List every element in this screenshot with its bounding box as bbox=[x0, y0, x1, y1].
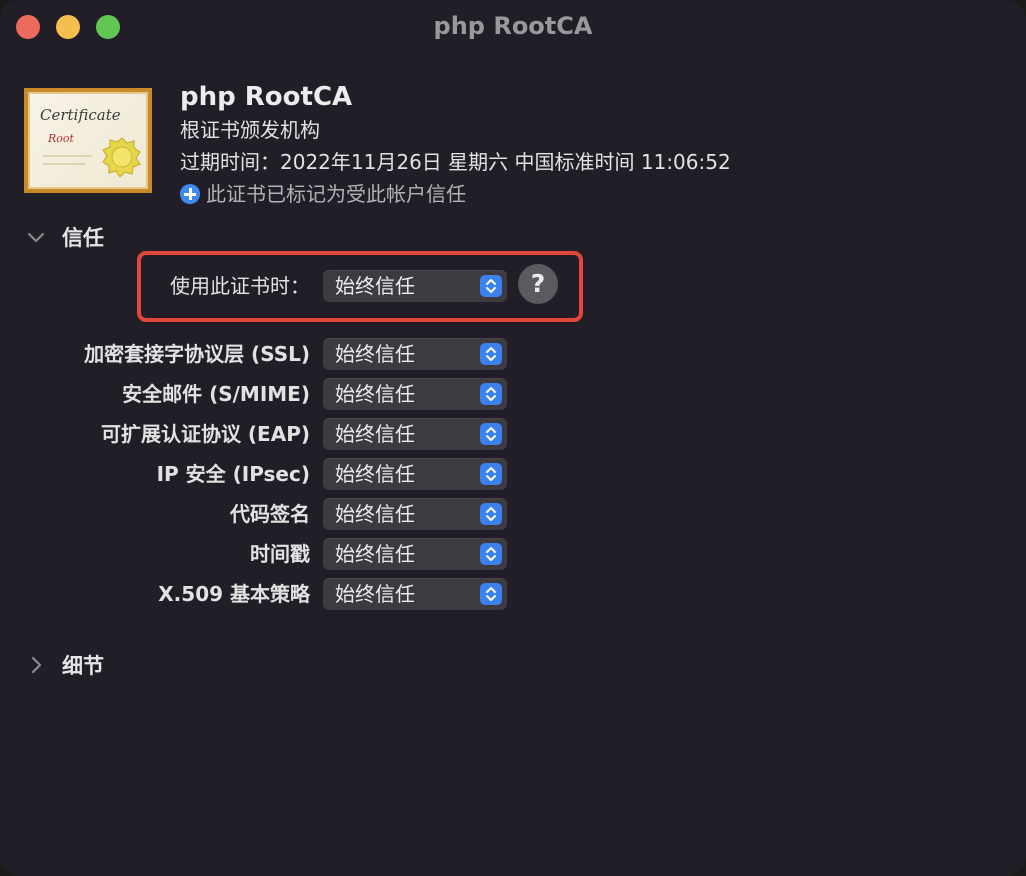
window-title: php RootCA bbox=[433, 12, 593, 40]
trust-row-code-signing: 代码签名 始终信任 bbox=[0, 498, 520, 530]
certificate-icon: Certificate Root bbox=[24, 88, 152, 193]
plus-circle-icon bbox=[180, 184, 200, 204]
x509-trust-select[interactable]: 始终信任 bbox=[323, 578, 507, 610]
select-value: 始终信任 bbox=[335, 542, 415, 566]
timestamping-trust-select[interactable]: 始终信任 bbox=[323, 538, 507, 570]
select-value: 始终信任 bbox=[335, 422, 415, 446]
trust-section-label: 信任 bbox=[62, 226, 104, 250]
certificate-window: php RootCA Certificate Root php RootCA 根… bbox=[0, 0, 1026, 876]
trust-row-timestamping: 时间戳 始终信任 bbox=[0, 538, 520, 570]
trust-row-smime: 安全邮件 (S/MIME) 始终信任 bbox=[0, 378, 520, 410]
chevron-updown-icon bbox=[480, 503, 502, 525]
chevron-updown-icon bbox=[480, 275, 502, 297]
chevron-updown-icon bbox=[480, 543, 502, 565]
when-using-label: 使用此证书时： bbox=[170, 274, 310, 298]
select-value: 始终信任 bbox=[335, 342, 415, 366]
trust-row-label: 可扩展认证协议 (EAP) bbox=[100, 422, 310, 446]
trust-row-label: IP 安全 (IPsec) bbox=[156, 462, 310, 486]
details-section-toggle[interactable]: 细节 bbox=[24, 650, 104, 680]
trust-section-toggle[interactable]: 信任 bbox=[24, 222, 104, 252]
select-value: 始终信任 bbox=[335, 582, 415, 606]
chevron-updown-icon bbox=[480, 343, 502, 365]
trust-row-label: 加密套接字协议层 (SSL) bbox=[84, 342, 310, 366]
details-section-label: 细节 bbox=[62, 654, 104, 678]
chevron-down-icon bbox=[24, 225, 48, 249]
trust-note-text: 此证书已标记为受此帐户信任 bbox=[206, 182, 466, 206]
smime-trust-select[interactable]: 始终信任 bbox=[323, 378, 507, 410]
trust-row-label: X.509 基本策略 bbox=[158, 582, 310, 606]
certificate-type: 根证书颁发机构 bbox=[180, 118, 320, 142]
select-value: 始终信任 bbox=[335, 274, 415, 298]
certificate-name: php RootCA bbox=[180, 82, 353, 112]
help-button[interactable]: ? bbox=[518, 264, 558, 304]
eap-trust-select[interactable]: 始终信任 bbox=[323, 418, 507, 450]
code-signing-trust-select[interactable]: 始终信任 bbox=[323, 498, 507, 530]
trust-row-label: 安全邮件 (S/MIME) bbox=[122, 382, 310, 406]
chevron-updown-icon bbox=[480, 583, 502, 605]
select-value: 始终信任 bbox=[335, 502, 415, 526]
title-bar: php RootCA bbox=[0, 0, 1026, 58]
when-using-select[interactable]: 始终信任 bbox=[323, 270, 507, 302]
ipsec-trust-select[interactable]: 始终信任 bbox=[323, 458, 507, 490]
certificate-summary: php RootCA 根证书颁发机构 过期时间：2022年11月26日 星期六 … bbox=[180, 80, 731, 210]
seal-icon bbox=[102, 137, 141, 178]
trust-row-eap: 可扩展认证协议 (EAP) 始终信任 bbox=[0, 418, 520, 450]
trust-row-ssl: 加密套接字协议层 (SSL) 始终信任 bbox=[0, 338, 520, 370]
certificate-expiry: 过期时间：2022年11月26日 星期六 中国标准时间 11:06:52 bbox=[180, 150, 731, 174]
chevron-right-icon bbox=[24, 653, 48, 677]
trust-row-label: 时间戳 bbox=[250, 542, 310, 566]
when-using-row: 使用此证书时： 始终信任 bbox=[0, 270, 520, 302]
trust-row-x509: X.509 基本策略 始终信任 bbox=[0, 578, 520, 610]
chevron-updown-icon bbox=[480, 423, 502, 445]
trust-row-ipsec: IP 安全 (IPsec) 始终信任 bbox=[0, 458, 520, 490]
certificate-trust-note: 此证书已标记为受此帐户信任 bbox=[180, 178, 731, 210]
select-value: 始终信任 bbox=[335, 462, 415, 486]
trust-row-label: 代码签名 bbox=[230, 502, 310, 526]
ssl-trust-select[interactable]: 始终信任 bbox=[323, 338, 507, 370]
chevron-updown-icon bbox=[480, 463, 502, 485]
certificate-icon-text-top: Certificate bbox=[40, 106, 121, 124]
chevron-updown-icon bbox=[480, 383, 502, 405]
select-value: 始终信任 bbox=[335, 382, 415, 406]
certificate-icon-text-bottom: Root bbox=[47, 132, 75, 145]
